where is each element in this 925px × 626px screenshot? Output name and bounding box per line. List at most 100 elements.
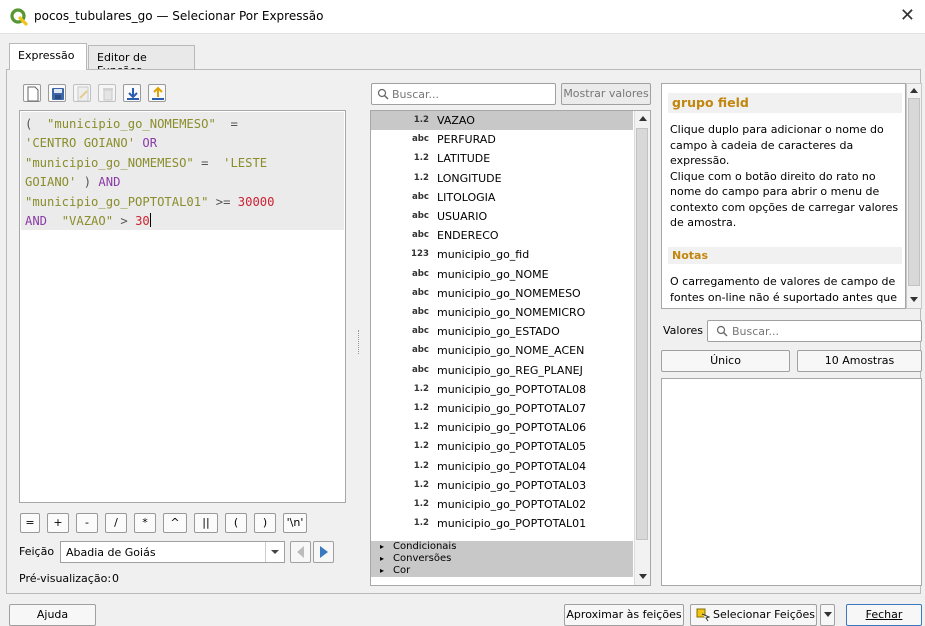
field-item[interactable]: abc municipio_go_REG_PLANEJ <box>371 361 633 380</box>
help-text-line: Clique com o botão direito do rato no <box>670 169 876 183</box>
field-item[interactable]: abc municipio_go_NOMEMESO <box>371 284 633 303</box>
scroll-down-icon <box>639 574 647 579</box>
field-item[interactable]: abc USUARIO <box>371 207 633 226</box>
field-item[interactable]: 1.2 municipio_go_POPTOTAL01 <box>371 514 633 533</box>
field-item[interactable]: 1.2 municipio_go_POPTOTAL07 <box>371 399 633 418</box>
operator-button[interactable]: || <box>194 513 218 533</box>
code-line: GOIANO' ) AND <box>25 173 274 192</box>
expression-editor[interactable]: ( "municipio_go_NOMEMESO" = 'CENTRO GOIAN… <box>19 110 346 503</box>
function-group-item[interactable]: ▸ Conversões <box>371 553 633 566</box>
tab-editor-funcoes[interactable]: Editor de Funções <box>88 45 195 77</box>
field-item[interactable]: 1.2 VAZAO <box>371 111 633 131</box>
upload-icon <box>152 86 164 100</box>
values-search-input[interactable]: Buscar... <box>707 320 922 342</box>
help-scroll-thumb[interactable] <box>908 98 920 286</box>
code-token: ( <box>25 117 48 131</box>
code-token: ) <box>76 175 99 190</box>
field-name: municipio_go_POPTOTAL02 <box>437 498 587 511</box>
field-item[interactable]: abc municipio_go_ESTADO <box>371 322 633 341</box>
operator-button[interactable]: ) <box>254 513 276 533</box>
field-type-icon: abc <box>411 211 429 221</box>
scroll-up-icon <box>910 88 918 93</box>
field-item[interactable]: abc ENDERECO <box>371 226 633 245</box>
function-tree[interactable]: 1.2 VAZAO abc PERFURAD 1.2 LATITUDE 1.2 LONGITU… <box>370 110 651 586</box>
field-item[interactable]: abc LITOLOGIA <box>371 188 633 207</box>
field-item[interactable]: 1.2 municipio_go_POPTOTAL08 <box>371 380 633 399</box>
splitter-handle[interactable] <box>358 330 360 354</box>
operator-button[interactable]: ( <box>225 513 247 533</box>
field-name: municipio_go_NOME_ACEN <box>437 344 585 358</box>
field-name: municipio_go_POPTOTAL03 <box>437 478 587 492</box>
close-label: Fechar <box>865 608 903 621</box>
operator-button[interactable]: - <box>76 513 98 533</box>
field-item[interactable]: 1.2 municipio_go_POPTOTAL02 <box>371 495 633 514</box>
select-features-button[interactable]: Selecionar Feições <box>690 604 817 626</box>
operator-button[interactable]: / <box>105 513 127 533</box>
field-item[interactable]: 1.2 municipio_go_POPTOTAL05 <box>371 437 633 456</box>
previous-feature-button[interactable] <box>290 541 311 563</box>
unique-values-button[interactable]: Único <box>661 350 790 372</box>
export-button[interactable] <box>148 84 166 102</box>
preview-value: 0 <box>112 572 119 585</box>
field-item[interactable]: 1.2 municipio_go_POPTOTAL06 <box>371 418 633 437</box>
field-item[interactable]: abc municipio_go_NOME_ACEN <box>371 341 633 360</box>
save-button[interactable] <box>48 84 66 102</box>
sample-values-button[interactable]: 10 Amostras <box>797 350 922 372</box>
tree-scroll-thumb[interactable] <box>636 128 648 540</box>
field-name: municipio_go_POPTOTAL06 <box>437 421 587 435</box>
select-features-icon <box>696 608 710 622</box>
field-type-icon: abc <box>411 326 429 337</box>
field-name: municipio_go_fid <box>437 248 530 262</box>
field-item[interactable]: 1.2 municipio_go_POPTOTAL03 <box>371 476 633 495</box>
select-mode-dropdown[interactable] <box>820 604 835 626</box>
code-token: > <box>113 214 136 229</box>
field-item[interactable]: abc PERFURAD <box>371 130 633 149</box>
show-values-button[interactable]: Mostrar valores <box>561 83 651 105</box>
close-icon[interactable]: ✕ <box>900 5 915 26</box>
close-button[interactable]: Fechar <box>846 604 922 626</box>
code-line: 'CENTRO GOIANO' OR <box>25 134 274 153</box>
values-search-placeholder: Buscar... <box>732 325 780 338</box>
import-button[interactable] <box>123 84 141 102</box>
code-token: = <box>215 117 238 131</box>
help-title: grupo field <box>668 93 902 113</box>
tab-expressao[interactable]: Expressão <box>9 43 87 70</box>
search-input[interactable]: Buscar... <box>371 83 556 105</box>
new-file-button[interactable] <box>23 84 41 102</box>
edit-button[interactable] <box>73 84 91 102</box>
function-group-item[interactable]: ▸ Cor <box>371 565 633 578</box>
field-item[interactable]: 1.2 LONGITUDE <box>371 169 633 188</box>
operator-button[interactable]: '\n' <box>283 513 307 533</box>
expand-arrow-icon[interactable]: ▸ <box>380 565 384 577</box>
delete-button[interactable] <box>98 84 116 102</box>
field-item[interactable]: 123 municipio_go_fid <box>371 245 633 264</box>
field-type-icon: abc <box>411 134 429 145</box>
code-token: 'LESTE <box>223 155 268 170</box>
help-text-line: campo à cadeia de caracteres da <box>670 138 854 152</box>
field-name: ENDERECO <box>437 229 499 243</box>
values-list[interactable] <box>661 378 922 586</box>
operator-button[interactable]: * <box>134 513 156 533</box>
field-item[interactable]: 1.2 LATITUDE <box>371 149 633 168</box>
operator-button[interactable]: + <box>47 513 69 533</box>
field-type-icon: 1.2 <box>413 441 429 452</box>
code-token: >= <box>208 194 238 209</box>
field-item[interactable]: 1.2 municipio_go_POPTOTAL04 <box>371 457 633 476</box>
operator-button[interactable]: ^ <box>163 513 187 533</box>
code-token: = <box>193 155 224 170</box>
expand-arrow-icon[interactable]: ▸ <box>380 541 384 553</box>
field-type-icon: 1.2 <box>413 422 429 433</box>
zoom-to-features-button[interactable]: Aproximar às feições <box>564 604 684 626</box>
expand-arrow-icon[interactable]: ▸ <box>380 553 384 565</box>
field-name: LATITUDE <box>437 152 491 166</box>
function-group-item[interactable]: ▸ Condicionais <box>371 541 633 554</box>
next-feature-button[interactable] <box>313 541 334 563</box>
operator-button[interactable]: = <box>20 513 40 533</box>
feature-combo[interactable]: Abadia de Goiás <box>60 541 285 563</box>
field-item[interactable]: abc municipio_go_NOMEMICRO <box>371 303 633 322</box>
field-item[interactable]: abc municipio_go_NOME <box>371 265 633 284</box>
code-token: "VAZAO" <box>61 214 114 229</box>
field-type-icon: 1.2 <box>413 518 429 529</box>
text-cursor <box>149 213 151 228</box>
help-button[interactable]: Ajuda <box>9 604 96 626</box>
